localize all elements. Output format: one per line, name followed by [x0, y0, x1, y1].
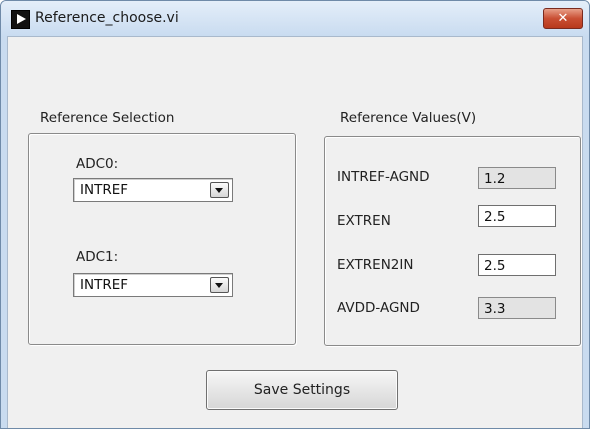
extren2in-value-field[interactable]: 2.5: [478, 254, 556, 276]
adc0-label: ADC0:: [76, 156, 119, 172]
adc0-select[interactable]: INTREF: [73, 178, 233, 202]
adc0-select-value: INTREF: [80, 182, 129, 198]
adc1-select-value: INTREF: [80, 277, 129, 293]
chevron-down-icon[interactable]: [210, 277, 229, 293]
reference-values-label: Reference Values(V): [340, 110, 477, 126]
window-title: Reference_choose.vi: [35, 10, 179, 26]
avdd-agnd-label: AVDD-AGND: [337, 300, 420, 316]
chevron-down-icon[interactable]: [210, 182, 229, 198]
intref-agnd-label: INTREF-AGND: [337, 169, 430, 185]
extren-value-field[interactable]: 2.5: [478, 205, 556, 227]
reference-selection-group: [28, 133, 296, 345]
labview-run-icon: [11, 10, 30, 29]
extren2in-label: EXTREN2IN: [337, 257, 414, 273]
extren-label: EXTREN: [337, 213, 391, 229]
close-icon: ✕: [557, 11, 569, 26]
adc1-select[interactable]: INTREF: [73, 273, 233, 297]
save-settings-button[interactable]: Save Settings: [206, 370, 398, 410]
avdd-agnd-value: 3.3: [478, 297, 556, 319]
adc1-label: ADC1:: [76, 249, 119, 265]
reference-selection-label: Reference Selection: [40, 110, 175, 126]
close-button[interactable]: ✕: [543, 8, 583, 29]
intref-agnd-value: 1.2: [478, 167, 556, 189]
title-bar[interactable]: Reference_choose.vi ✕: [1, 1, 589, 37]
